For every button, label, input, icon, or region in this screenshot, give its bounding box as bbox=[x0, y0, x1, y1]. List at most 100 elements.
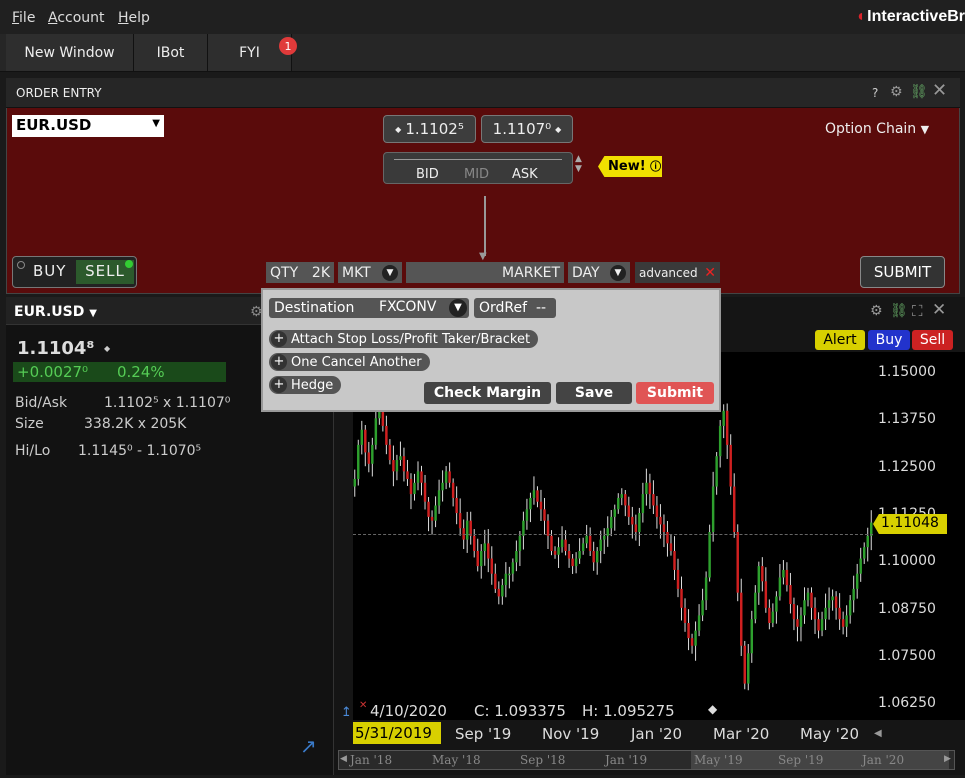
candle-body[interactable] bbox=[820, 619, 824, 631]
candle-body[interactable] bbox=[690, 638, 694, 646]
candle-body[interactable] bbox=[395, 460, 399, 472]
candle-body[interactable] bbox=[859, 558, 862, 574]
candle-body[interactable] bbox=[771, 611, 775, 623]
candle-body[interactable] bbox=[803, 600, 806, 616]
candle-body[interactable] bbox=[571, 558, 574, 567]
candle-body[interactable] bbox=[732, 486, 736, 533]
candle-body[interactable] bbox=[402, 456, 406, 472]
candle-body[interactable] bbox=[662, 524, 666, 533]
tab-new-window[interactable]: New Window bbox=[6, 34, 134, 71]
candle-body[interactable] bbox=[789, 585, 792, 605]
candle-body[interactable] bbox=[444, 471, 448, 483]
candle-body[interactable] bbox=[624, 494, 627, 506]
order-type-select[interactable]: MKT ▼ bbox=[338, 262, 402, 283]
candle-body[interactable] bbox=[518, 535, 522, 551]
check-margin-button[interactable]: Check Margin bbox=[424, 382, 551, 404]
candle-body[interactable] bbox=[451, 482, 455, 498]
cursor-icon[interactable]: ↥ bbox=[341, 705, 352, 720]
chart-buy-button[interactable]: Buy bbox=[868, 330, 910, 350]
candle-body[interactable] bbox=[676, 569, 680, 589]
candle-body[interactable] bbox=[532, 490, 536, 498]
candle-body[interactable] bbox=[483, 543, 486, 551]
candle-body[interactable] bbox=[472, 535, 476, 551]
candle-body[interactable] bbox=[617, 497, 620, 510]
candle-body[interactable] bbox=[757, 566, 761, 593]
alert-button[interactable]: Alert bbox=[815, 330, 865, 350]
candle-body[interactable] bbox=[792, 604, 796, 620]
candle-body[interactable] bbox=[564, 539, 567, 551]
candle-body[interactable] bbox=[638, 513, 641, 533]
help-icon[interactable]: ? bbox=[872, 86, 878, 100]
advanced-toggle[interactable]: advanced ✕ bbox=[635, 262, 720, 283]
link-icon[interactable]: ⛓ bbox=[890, 303, 908, 319]
candle-body[interactable] bbox=[655, 505, 659, 517]
candle-body[interactable] bbox=[550, 535, 553, 551]
candle-body[interactable] bbox=[729, 444, 732, 487]
scroll-right-icon[interactable]: ◀ bbox=[874, 728, 882, 739]
candle-body[interactable] bbox=[778, 577, 782, 597]
candle-body[interactable] bbox=[725, 410, 729, 445]
candle-body[interactable] bbox=[827, 600, 831, 608]
candle-body[interactable] bbox=[652, 494, 655, 506]
candle-body[interactable] bbox=[599, 539, 602, 551]
oca-button[interactable]: + One Cancel Another bbox=[269, 353, 430, 371]
candle-body[interactable] bbox=[697, 615, 701, 631]
candle-body[interactable] bbox=[782, 569, 785, 578]
candle-body[interactable] bbox=[360, 429, 364, 445]
candle-body[interactable] bbox=[806, 592, 810, 601]
gear-icon[interactable]: ⚙ bbox=[870, 303, 883, 319]
symbol-select[interactable]: EUR.USD ▼ bbox=[12, 115, 164, 137]
candle-body[interactable] bbox=[560, 539, 564, 548]
link-icon[interactable]: ⛓ bbox=[910, 84, 928, 100]
candle-body[interactable] bbox=[610, 516, 613, 529]
candle-body[interactable] bbox=[511, 562, 515, 574]
menu-help[interactable]: Help bbox=[118, 10, 150, 26]
buy-sell-toggle[interactable]: BUY SELL bbox=[12, 256, 137, 288]
candle-body[interactable] bbox=[634, 524, 638, 533]
candle-body[interactable] bbox=[817, 619, 820, 631]
candle-body[interactable] bbox=[497, 588, 501, 597]
hedge-button[interactable]: + Hedge bbox=[269, 376, 342, 394]
candle-body[interactable] bbox=[508, 573, 511, 576]
tab-ibot[interactable]: IBot bbox=[134, 34, 208, 71]
candle-body[interactable] bbox=[413, 482, 416, 495]
candle-body[interactable] bbox=[388, 444, 392, 461]
candle-body[interactable] bbox=[834, 596, 838, 608]
candle-body[interactable] bbox=[490, 558, 494, 574]
candle-body[interactable] bbox=[578, 550, 581, 559]
maximize-icon[interactable]: ⛶ bbox=[912, 302, 923, 320]
candle-body[interactable] bbox=[711, 486, 715, 533]
candle-body[interactable] bbox=[536, 490, 539, 502]
candle-body[interactable] bbox=[553, 550, 557, 555]
candle-body[interactable] bbox=[645, 482, 648, 495]
candle-body[interactable] bbox=[525, 509, 529, 521]
candle-body[interactable] bbox=[810, 592, 813, 608]
candle-body[interactable] bbox=[708, 532, 711, 578]
attach-bracket-button[interactable]: + Attach Stop Loss/Profit Taker/Bracket bbox=[269, 330, 539, 348]
candle-body[interactable] bbox=[627, 505, 631, 517]
candle-body[interactable] bbox=[539, 501, 543, 510]
candle-body[interactable] bbox=[669, 543, 673, 551]
candle-body[interactable] bbox=[841, 619, 845, 627]
candle-body[interactable] bbox=[750, 619, 754, 654]
candle-body[interactable] bbox=[585, 535, 588, 544]
save-button[interactable]: Save bbox=[556, 382, 632, 404]
candle-body[interactable] bbox=[613, 509, 616, 517]
new-badge[interactable]: New! ⓘ bbox=[598, 156, 662, 177]
candle-body[interactable] bbox=[687, 622, 690, 639]
tif-select[interactable]: DAY ▼ bbox=[568, 262, 630, 283]
candle-body[interactable] bbox=[743, 645, 746, 684]
candle-body[interactable] bbox=[557, 547, 560, 555]
expand-info-icon[interactable]: ◆ bbox=[708, 702, 717, 716]
candle-body[interactable] bbox=[399, 456, 402, 461]
destination-select[interactable]: Destination FXCONV ▼ bbox=[269, 298, 469, 318]
candle-body[interactable] bbox=[357, 444, 360, 479]
candle-body[interactable] bbox=[673, 550, 676, 570]
candle-body[interactable] bbox=[458, 513, 462, 529]
candle-body[interactable] bbox=[448, 471, 451, 483]
popup-submit-button[interactable]: Submit bbox=[636, 382, 714, 404]
price-field[interactable]: MARKET bbox=[406, 262, 564, 283]
remove-icon[interactable]: ✕ bbox=[359, 700, 367, 711]
candle-body[interactable] bbox=[659, 516, 662, 525]
candle-body[interactable] bbox=[364, 429, 367, 453]
